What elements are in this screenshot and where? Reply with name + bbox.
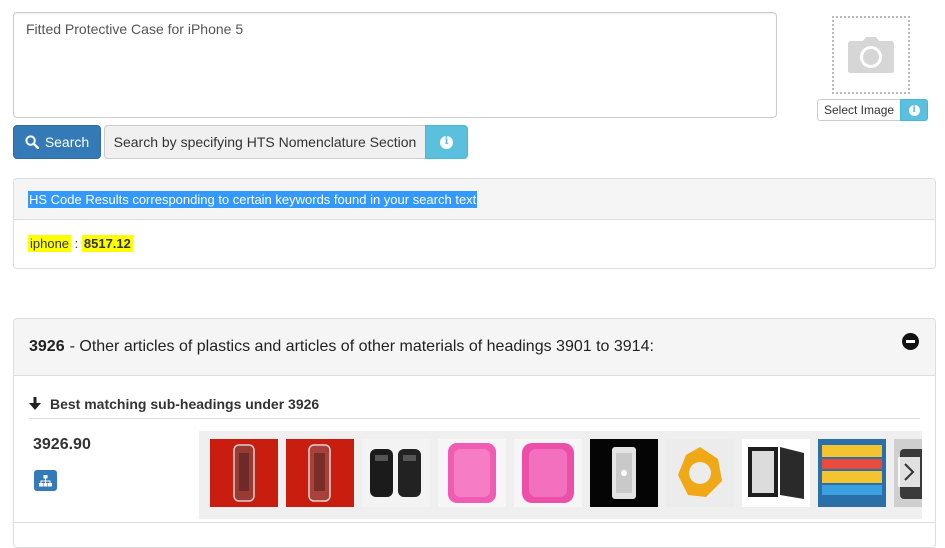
hs-results-panel: HS Code Results corresponding to certain…: [13, 178, 936, 269]
sitemap-icon: [39, 474, 52, 486]
clear-case-on-red-icon: [308, 444, 331, 502]
camera-icon: [848, 37, 894, 73]
info-icon: i: [440, 135, 453, 149]
thumbnail-clear-case-red-2[interactable]: [286, 439, 354, 507]
keyword-separator: :: [71, 236, 82, 251]
hs-results-header: HS Code Results corresponding to certain…: [14, 179, 935, 220]
collapse-icon[interactable]: [902, 333, 919, 350]
hs-results-body: iphone : 8517.12: [14, 220, 935, 252]
thumbnail-yellow-holder[interactable]: [666, 439, 734, 507]
thumbnail-black-frames[interactable]: [742, 439, 810, 507]
black-cases-icon: [370, 449, 421, 497]
matched-keyword: iphone: [28, 235, 72, 252]
search-button-label: Search: [44, 134, 90, 150]
clear-case-on-red-icon: [233, 444, 255, 502]
hs-results-title: HS Code Results corresponding to certain…: [28, 190, 478, 208]
select-image-button[interactable]: Select Image: [817, 99, 901, 121]
thumbnail-colorful-packages[interactable]: [818, 439, 886, 507]
thumbnail-pink-case[interactable]: [438, 439, 506, 507]
hierarchy-button[interactable]: [34, 470, 57, 491]
pink-case-icon: [522, 443, 574, 503]
search-query-text: Fitted Protective Case for iPhone 5: [26, 21, 244, 37]
clear-case-on-black-icon: [612, 447, 636, 499]
search-button[interactable]: Search: [13, 125, 101, 159]
hts-section-search-button[interactable]: Search by specifying HTS Nomenclature Se…: [104, 125, 426, 159]
heading-title: - Other articles of plastics and article…: [69, 338, 654, 355]
arrow-down-icon: [29, 397, 41, 410]
chevron-right-icon: [904, 463, 915, 481]
heading-code: 3926: [29, 338, 65, 355]
product-description-input[interactable]: Fitted Protective Case for iPhone 5: [13, 12, 777, 118]
yellow-holder-icon: [678, 447, 722, 497]
image-gallery[interactable]: [199, 431, 922, 519]
thumbnail-clear-case-red[interactable]: [210, 439, 278, 507]
select-image-group: Select Image i: [817, 99, 929, 121]
carousel-next-button[interactable]: [898, 457, 920, 487]
thumbnail-black-cases[interactable]: [362, 439, 430, 507]
heading-panel: 3926 - Other articles of plastics and ar…: [13, 318, 936, 548]
subheadings-label: Best matching sub-headings under 3926: [50, 395, 320, 412]
colorful-packages-icon: [822, 445, 882, 495]
thumbnail-clear-case-black[interactable]: [590, 439, 658, 507]
info-icon: i: [908, 104, 920, 116]
matched-hs-code[interactable]: 8517.12: [81, 235, 133, 252]
search-icon: [25, 135, 39, 149]
heading-header[interactable]: 3926 - Other articles of plastics and ar…: [14, 319, 935, 376]
subheading-code[interactable]: 3926.90: [33, 436, 91, 454]
hts-info-button[interactable]: i: [425, 125, 468, 159]
subheadings-header: Best matching sub-headings under 3926: [29, 389, 920, 419]
row-divider: [14, 522, 935, 523]
image-drop-zone[interactable]: [832, 16, 910, 94]
black-frames-icon: [748, 447, 804, 499]
select-image-info-button[interactable]: i: [900, 99, 929, 121]
thumbnail-pink-case-2[interactable]: [514, 439, 582, 507]
pink-case-icon: [448, 443, 496, 503]
